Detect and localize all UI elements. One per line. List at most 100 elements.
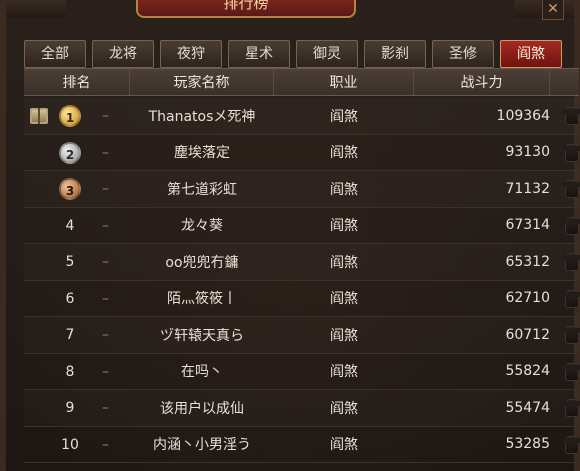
- rank-number: 6: [65, 290, 75, 307]
- rank-change: –: [102, 108, 109, 124]
- tab-night-hunter[interactable]: 夜狩: [160, 40, 222, 68]
- combat-power: 67314: [505, 217, 550, 234]
- armor-icon[interactable]: [562, 326, 580, 344]
- gift-icon[interactable]: [30, 108, 48, 124]
- rank-change: –: [102, 181, 109, 197]
- player-class: 阎煞: [330, 218, 358, 235]
- armor-icon[interactable]: [562, 435, 580, 454]
- player-name[interactable]: 塵埃落定: [130, 142, 274, 162]
- player-class: 阎煞: [330, 364, 358, 381]
- armor-icon[interactable]: [562, 107, 580, 125]
- player-name[interactable]: Thanatosメ死神: [130, 106, 274, 126]
- rank-number: 4: [65, 217, 75, 234]
- table-row[interactable]: 10 – 内涵丶小男淫う 阎煞 53285: [24, 427, 580, 463]
- header-class: 职业: [274, 69, 414, 95]
- rank-number: 8: [65, 363, 75, 380]
- armor-cell: [550, 171, 580, 207]
- armor-cell: [550, 317, 580, 353]
- rank-cell: 7 –: [24, 317, 130, 353]
- combat-power: 65312: [505, 253, 550, 270]
- armor-cell: [550, 281, 580, 317]
- ranking-window: 排行榜 ✕ 全部 龙将 夜狩 星术 御灵 影刹 圣修 阎煞 排名 玩家名称 职业…: [0, 0, 580, 471]
- table-row[interactable]: 4 – 龙々葵 阎煞 67314: [24, 208, 580, 244]
- tab-spirit-tamer[interactable]: 御灵: [296, 40, 358, 68]
- player-class: 阎煞: [330, 291, 358, 308]
- window-title: 排行榜: [136, 0, 356, 18]
- combat-power: 109364: [496, 107, 550, 124]
- player-name[interactable]: 在吗丶: [130, 361, 274, 381]
- tab-holy-monk[interactable]: 圣修: [432, 40, 494, 68]
- armor-cell: [550, 427, 580, 463]
- combat-power: 55474: [505, 399, 550, 416]
- rank-cell: 4 –: [24, 208, 130, 244]
- armor-cell: [550, 390, 580, 426]
- combat-power: 60712: [505, 326, 550, 343]
- combat-power: 55824: [505, 363, 550, 380]
- header-name: 玩家名称: [130, 69, 274, 95]
- player-class: 阎煞: [330, 145, 358, 162]
- rank-change: –: [102, 290, 109, 307]
- rank-change: –: [102, 400, 109, 416]
- header-extra: [550, 69, 579, 95]
- player-class: 阎煞: [330, 108, 358, 125]
- header-power: 战斗力: [414, 69, 550, 95]
- table-row[interactable]: 5 – oo兜兜冇鏞 阎煞 65312: [24, 244, 580, 281]
- armor-icon[interactable]: [562, 289, 580, 308]
- player-name[interactable]: 龙々葵: [130, 215, 274, 235]
- close-button[interactable]: ✕: [542, 0, 564, 20]
- armor-cell: [550, 98, 580, 134]
- player-name[interactable]: 第七道彩虹: [130, 179, 274, 199]
- rank-change: –: [102, 254, 109, 270]
- player-name[interactable]: oo兜兜冇鏞: [130, 252, 274, 272]
- rank-cell: 10 –: [24, 427, 130, 463]
- tab-star-mage[interactable]: 星术: [228, 40, 290, 68]
- rank-cell: 5 –: [24, 244, 130, 280]
- table-row[interactable]: 9 – 该用户以成仙 阎煞 55474: [24, 390, 580, 427]
- combat-power: 71132: [505, 180, 550, 197]
- player-class: 阎煞: [330, 400, 358, 417]
- combat-power: 62710: [505, 290, 550, 307]
- player-name[interactable]: 陌灬筱筱丨: [130, 288, 274, 308]
- rank-number: 7: [65, 327, 75, 343]
- tab-dragon-general[interactable]: 龙将: [92, 40, 154, 68]
- armor-icon[interactable]: [562, 180, 580, 198]
- tab-yansha[interactable]: 阎煞: [500, 40, 562, 68]
- rank-change: –: [102, 327, 109, 343]
- table-row[interactable]: 6 – 陌灬筱筱丨 阎煞 62710: [24, 281, 580, 317]
- rank-change: –: [102, 144, 109, 161]
- bronze-medal-icon: 3: [59, 178, 81, 200]
- table-row[interactable]: 2 – 塵埃落定 阎煞 93130: [24, 135, 580, 171]
- rank-cell: 1 –: [24, 98, 130, 134]
- class-tabs: 全部 龙将 夜狩 星术 御灵 影刹 圣修 阎煞: [24, 40, 577, 68]
- player-name[interactable]: ヅ轩辕天真ら: [130, 325, 274, 345]
- armor-icon[interactable]: [562, 362, 580, 381]
- player-class: 阎煞: [330, 437, 358, 454]
- player-class: 阎煞: [330, 254, 358, 271]
- armor-icon[interactable]: [562, 253, 580, 271]
- table-row[interactable]: 8 – 在吗丶 阎煞 55824: [24, 354, 580, 390]
- rank-cell: 6 –: [24, 281, 130, 317]
- armor-icon[interactable]: [562, 216, 580, 235]
- tab-shadow-assassin[interactable]: 影刹: [364, 40, 426, 68]
- armor-icon[interactable]: [562, 143, 580, 162]
- gold-medal-icon: 1: [59, 105, 81, 127]
- ranking-list: 1 – Thanatosメ死神 阎煞 109364 2 – 塵埃落定 阎煞 93…: [24, 98, 580, 463]
- rank-change: –: [102, 363, 109, 380]
- tab-all[interactable]: 全部: [24, 40, 86, 68]
- rank-number: 10: [61, 436, 79, 453]
- rank-number: 9: [65, 400, 75, 416]
- armor-icon[interactable]: [562, 399, 580, 417]
- rank-number: 5: [65, 254, 75, 270]
- rank-cell: 9 –: [24, 390, 130, 426]
- table-row[interactable]: 7 – ヅ轩辕天真ら 阎煞 60712: [24, 317, 580, 354]
- armor-cell: [550, 244, 580, 280]
- combat-power: 53285: [505, 436, 550, 453]
- player-name[interactable]: 该用户以成仙: [130, 398, 274, 418]
- player-name[interactable]: 内涵丶小男淫う: [130, 434, 274, 454]
- corner-ornament-left: [6, 0, 66, 18]
- table-header: 排名 玩家名称 职业 战斗力: [24, 68, 579, 96]
- silver-medal-icon: 2: [59, 141, 81, 164]
- table-row[interactable]: 1 – Thanatosメ死神 阎煞 109364: [24, 98, 580, 135]
- player-class: 阎煞: [330, 181, 358, 198]
- table-row[interactable]: 3 – 第七道彩虹 阎煞 71132: [24, 171, 580, 208]
